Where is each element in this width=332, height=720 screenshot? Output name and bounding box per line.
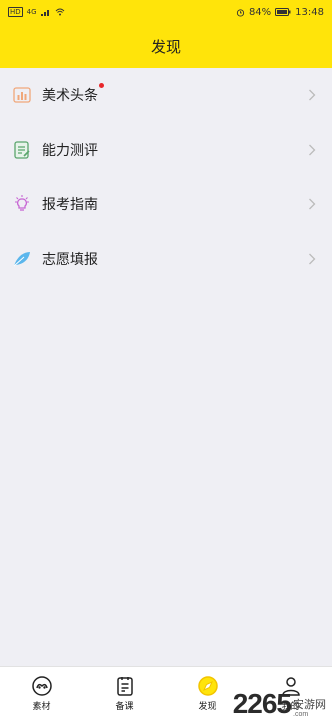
list-item-label: 志愿填报 [42, 251, 98, 268]
list-item-exam-guide[interactable]: 报考指南 [0, 177, 332, 232]
tab-mine[interactable]: 我的 [249, 667, 332, 720]
tab-label: 备课 [115, 702, 134, 712]
list-item-label: 美术头条 [42, 83, 104, 105]
tab-label: 发现 [198, 702, 217, 712]
list-item-label: 能力测评 [42, 142, 98, 159]
notebook-icon [12, 140, 32, 160]
discover-icon [197, 676, 218, 696]
list-item-application[interactable]: 志愿填报 [0, 232, 332, 287]
network-indicator: HD [8, 7, 23, 17]
list-item-ability-test[interactable]: 能力测评 [0, 123, 332, 178]
bottom-navigation: 素材 备课 发现 我的 [0, 666, 332, 720]
chevron-right-icon [309, 198, 316, 210]
signal-indicator: 4G [26, 8, 37, 16]
chevron-right-icon [309, 89, 316, 101]
tab-label: 素材 [32, 702, 51, 712]
battery-icon [275, 8, 291, 16]
lightbulb-icon [12, 194, 32, 214]
list-item-art-news[interactable]: 美术头条 [0, 68, 332, 123]
unread-dot [99, 83, 104, 89]
tab-lesson-prep[interactable]: 备课 [83, 667, 166, 720]
tab-discover[interactable]: 发现 [166, 667, 249, 720]
feather-icon [12, 249, 32, 269]
chevron-right-icon [309, 144, 316, 156]
notes-icon [116, 677, 133, 696]
page-header: 发现 [0, 24, 332, 68]
material-icon [31, 676, 52, 696]
page-title: 发现 [150, 37, 181, 56]
signal-bars-icon [40, 10, 49, 16]
tab-material[interactable]: 素材 [0, 667, 83, 720]
clock: 13:48 [295, 6, 324, 18]
chevron-right-icon [309, 253, 316, 265]
profile-icon [281, 677, 300, 696]
list-item-label: 报考指南 [42, 197, 98, 214]
wifi-icon [55, 8, 64, 16]
alarm-icon [236, 8, 245, 17]
chart-icon [12, 85, 32, 105]
battery-percent: 84% [248, 6, 272, 18]
status-bar: HD 4G 84% 13:48 [0, 0, 332, 24]
discover-list: 美术头条 能力测评 报考指南 志愿填报 [0, 68, 332, 286]
tab-label: 我的 [281, 702, 300, 712]
